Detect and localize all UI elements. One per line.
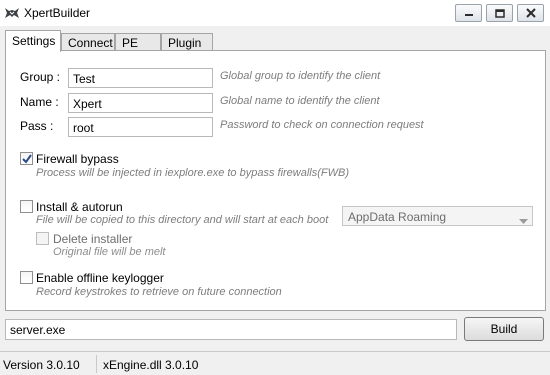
minimize-icon [464, 9, 474, 17]
build-button[interactable]: Build [464, 317, 544, 341]
delete-installer-hint: Original file will be melt [53, 246, 166, 258]
minimize-button[interactable] [455, 4, 482, 22]
engine-status: xEngine.dll 3.0.10 [103, 358, 199, 372]
firewall-bypass-checkbox[interactable] [20, 152, 33, 165]
firewall-bypass-label[interactable]: Firewall bypass [36, 152, 119, 166]
install-autorun-label[interactable]: Install & autorun [36, 200, 123, 214]
offline-keylogger-label[interactable]: Enable offline keylogger [36, 271, 164, 285]
firewall-bypass-hint: Process will be injected in iexplore.exe… [36, 167, 350, 179]
name-hint: Global name to identify the client [220, 95, 380, 107]
maximize-button[interactable] [486, 4, 513, 22]
delete-installer-checkbox[interactable] [36, 232, 49, 245]
group-label: Group : [20, 70, 61, 84]
tab-settings[interactable]: Settings [5, 30, 61, 52]
pass-hint: Password to check on connection request [220, 119, 424, 131]
close-icon [525, 8, 536, 18]
offline-keylogger-checkbox[interactable] [20, 271, 33, 284]
group-input[interactable]: Test [68, 68, 213, 88]
title-bar: XpertBuilder [0, 0, 550, 26]
pass-label: Pass : [20, 119, 54, 133]
name-input[interactable]: Xpert [68, 93, 213, 113]
window-title: XpertBuilder [24, 6, 91, 20]
group-hint: Global group to identify the client [220, 70, 381, 82]
maximize-icon [494, 8, 505, 18]
offline-keylogger-hint: Record keystrokes to retrieve on future … [36, 286, 282, 298]
version-status: Version 3.0.10 [3, 358, 80, 372]
install-autorun-hint: File will be copied to this directory an… [36, 214, 329, 226]
wolf-logo-icon [4, 5, 20, 21]
install-autorun-checkbox[interactable] [20, 200, 33, 213]
delete-installer-label[interactable]: Delete installer [53, 232, 132, 246]
status-bar: Version 3.0.10 xEngine.dll 3.0.10 [0, 351, 550, 375]
close-button[interactable] [517, 4, 544, 22]
install-location-value: AppData Roaming [348, 210, 447, 224]
status-separator [96, 355, 97, 373]
pass-input[interactable]: root [68, 117, 213, 137]
checkmark-icon [22, 154, 32, 164]
chevron-down-icon [519, 214, 528, 228]
output-filename-input[interactable]: server.exe [5, 319, 457, 340]
install-location-select[interactable]: AppData Roaming [342, 206, 533, 226]
name-label: Name : [20, 95, 59, 109]
